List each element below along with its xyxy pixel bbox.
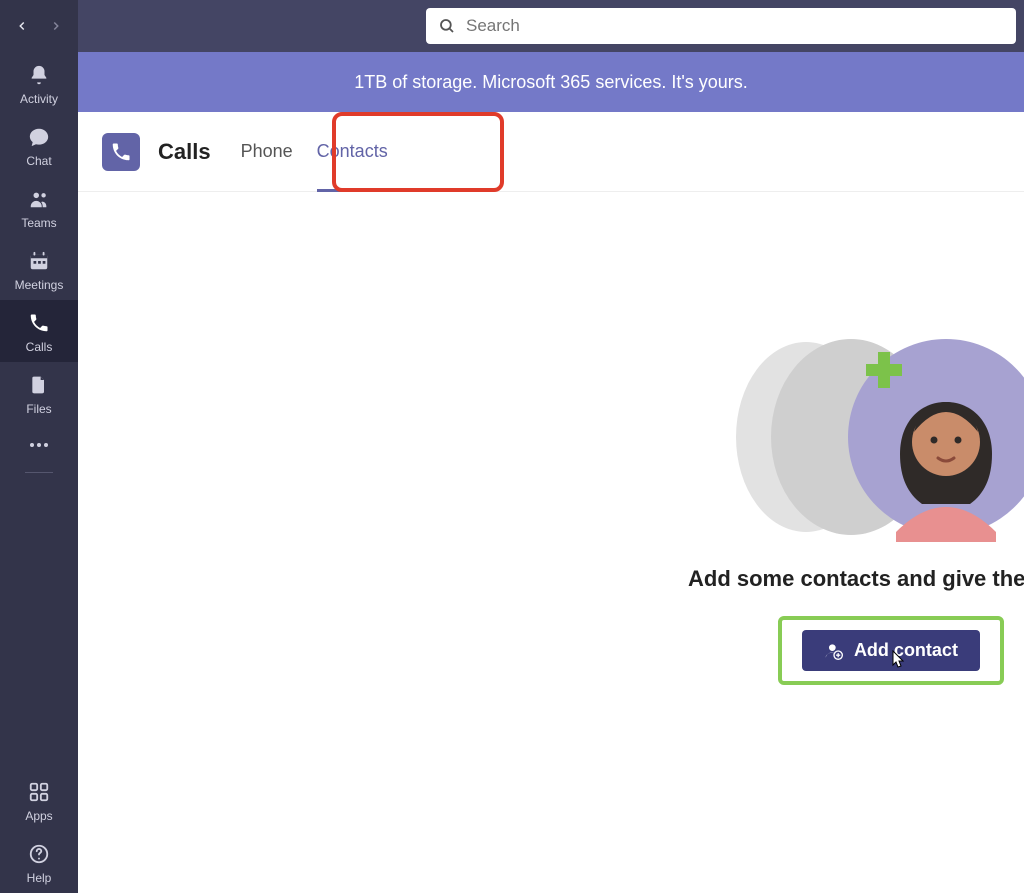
rail-label: Chat [26,154,51,168]
empty-title: Add some contacts and give them a ca [688,566,1024,592]
chevron-left-icon [15,19,29,33]
rail-item-activity[interactable]: Activity [0,52,78,114]
more-icon [26,432,52,458]
app-rail: Activity Chat Teams Meetings Calls [0,0,78,893]
phone-icon [110,141,132,163]
chat-icon [26,124,52,150]
calls-section-icon [102,133,140,171]
teams-icon [26,186,52,212]
history-nav [0,0,78,52]
rail-item-meetings[interactable]: Meetings [0,238,78,300]
file-icon [26,372,52,398]
search-wrap [426,8,1016,44]
chevron-right-icon [49,19,63,33]
rail-label: Help [27,871,52,885]
apps-icon [26,779,52,805]
rail-label: Meetings [15,278,64,292]
bell-icon [26,62,52,88]
content-header: Calls Phone Contacts [78,112,1024,192]
rail-label: Apps [25,809,52,823]
rail-item-teams[interactable]: Teams [0,176,78,238]
add-contact-label: Add contact [854,640,958,661]
rail-label: Calls [26,340,53,354]
calendar-icon [26,248,52,274]
tab-phone[interactable]: Phone [241,112,293,192]
rail-label: Activity [20,92,58,106]
rail-more[interactable] [0,424,78,466]
back-button[interactable] [12,16,32,36]
tabs: Phone Contacts [241,112,388,192]
help-icon [26,841,52,867]
rail-item-files[interactable]: Files [0,362,78,424]
search-input[interactable] [466,16,1004,36]
rail-item-help[interactable]: Help [0,831,78,893]
banner-text: 1TB of storage. Microsoft 365 services. … [354,72,748,93]
title-bar [78,0,1024,52]
divider [25,472,53,473]
rail-item-calls[interactable]: Calls [0,300,78,362]
contacts-illustration [736,332,1024,542]
rail-label: Files [26,402,51,416]
rail-item-chat[interactable]: Chat [0,114,78,176]
tab-contacts[interactable]: Contacts [317,112,388,192]
search-box[interactable] [426,8,1016,44]
promo-banner[interactable]: 1TB of storage. Microsoft 365 services. … [78,52,1024,112]
app-root: Activity Chat Teams Meetings Calls [0,0,1024,893]
search-icon [438,17,456,35]
main-column: 1TB of storage. Microsoft 365 services. … [78,0,1024,893]
page-title: Calls [158,139,211,165]
forward-button[interactable] [46,16,66,36]
annotation-highlight-add-contact: Add contact [778,616,1004,685]
add-person-icon [824,641,844,661]
rail-item-apps[interactable]: Apps [0,769,78,831]
content-body: Add some contacts and give them a ca Add… [78,192,1024,893]
add-contact-button[interactable]: Add contact [802,630,980,671]
phone-icon [26,310,52,336]
rail-label: Teams [21,216,56,230]
empty-state: Add some contacts and give them a ca Add… [688,332,1024,685]
